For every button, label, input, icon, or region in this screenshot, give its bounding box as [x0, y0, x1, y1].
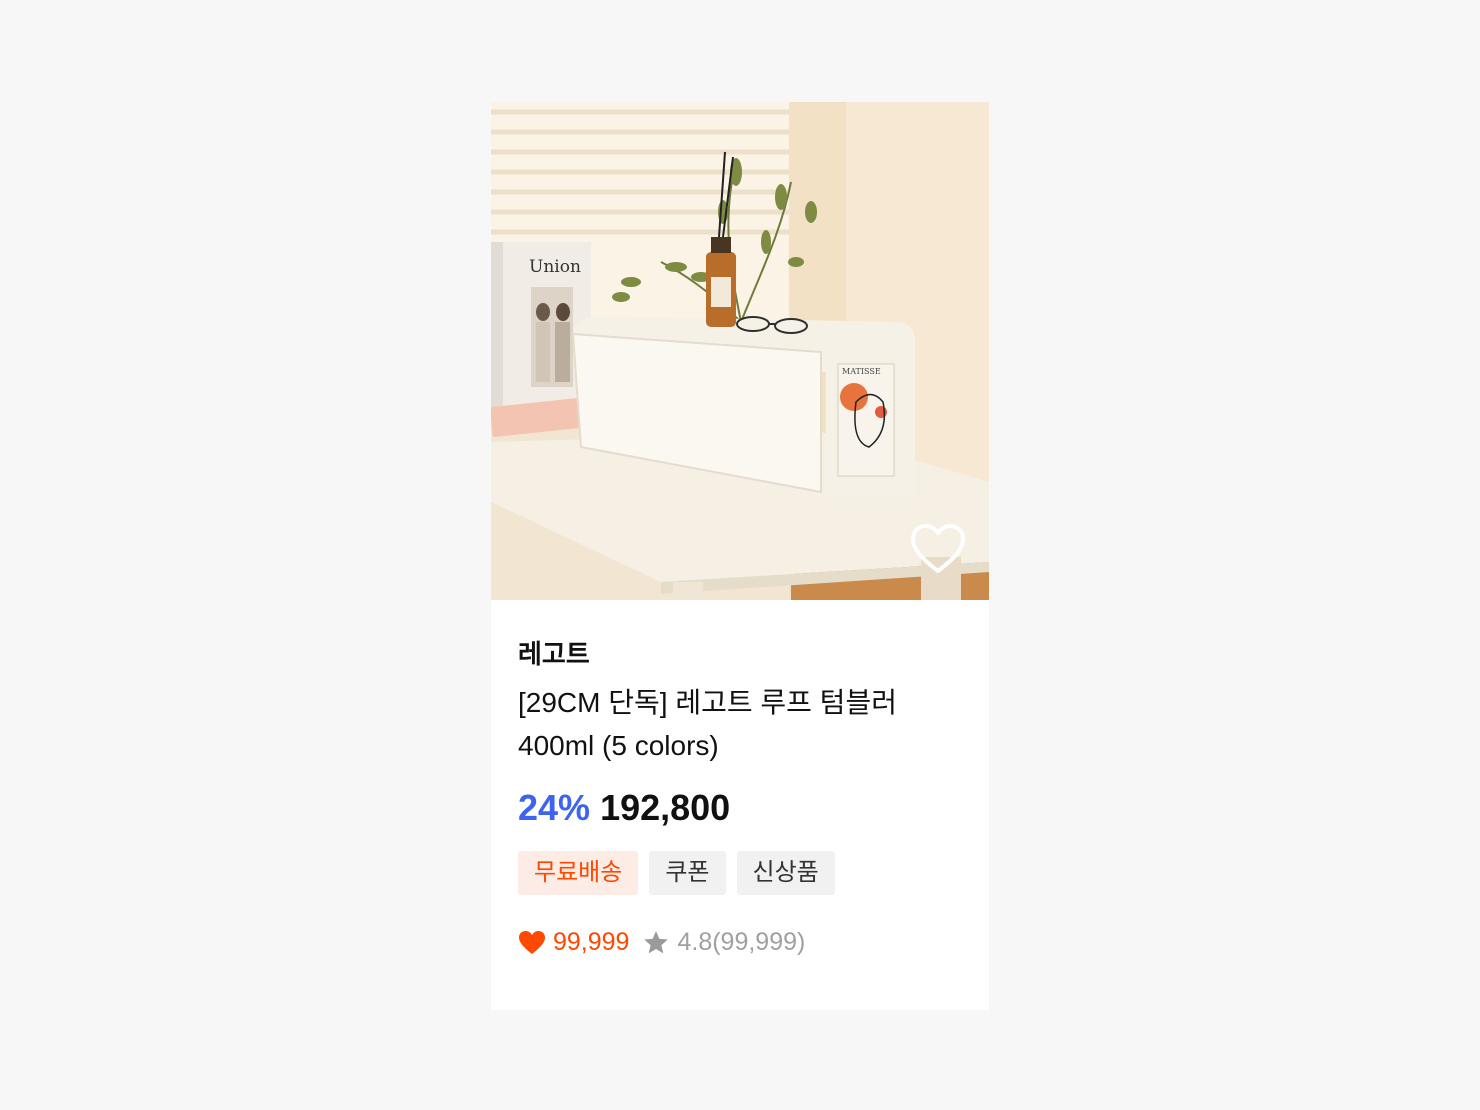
tag-coupon: 쿠폰	[649, 851, 726, 895]
heart-outline-icon	[911, 524, 965, 573]
rating: 4.8(99,999)	[643, 928, 805, 957]
tag-free-shipping: 무료배송	[518, 851, 639, 895]
stats-row: 99,999 4.8(99,999)	[518, 928, 962, 957]
rating-value: 4.8(99,999)	[677, 928, 806, 956]
poster-title-text: MATISSE	[842, 367, 881, 376]
tag-list: 무료배송 쿠폰 신상품	[518, 851, 962, 895]
discount-rate: 24%	[518, 787, 591, 828]
sale-price: 192,800	[600, 787, 731, 828]
wishlist-button[interactable]	[909, 522, 967, 576]
star-icon	[644, 931, 669, 954]
product-card[interactable]: Union MATISSE 레고트 [29CM 단독] 레고트 루프 텀블러 4…	[491, 102, 989, 1010]
product-title[interactable]: [29CM 단독] 레고트 루프 텀블러 400ml (5 colors)	[518, 681, 918, 767]
price-row: 24% 192,800	[518, 787, 962, 829]
product-info: 레고트 [29CM 단독] 레고트 루프 텀블러 400ml (5 colors…	[518, 637, 962, 957]
like-count-value: 99,999	[553, 928, 630, 956]
book-title-text: Union	[529, 257, 581, 277]
heart-filled-icon	[519, 930, 545, 954]
brand-name[interactable]: 레고트	[518, 637, 962, 671]
like-count: 99,999	[518, 928, 629, 957]
product-image[interactable]: Union MATISSE	[491, 102, 989, 600]
tag-new: 신상품	[736, 851, 835, 895]
